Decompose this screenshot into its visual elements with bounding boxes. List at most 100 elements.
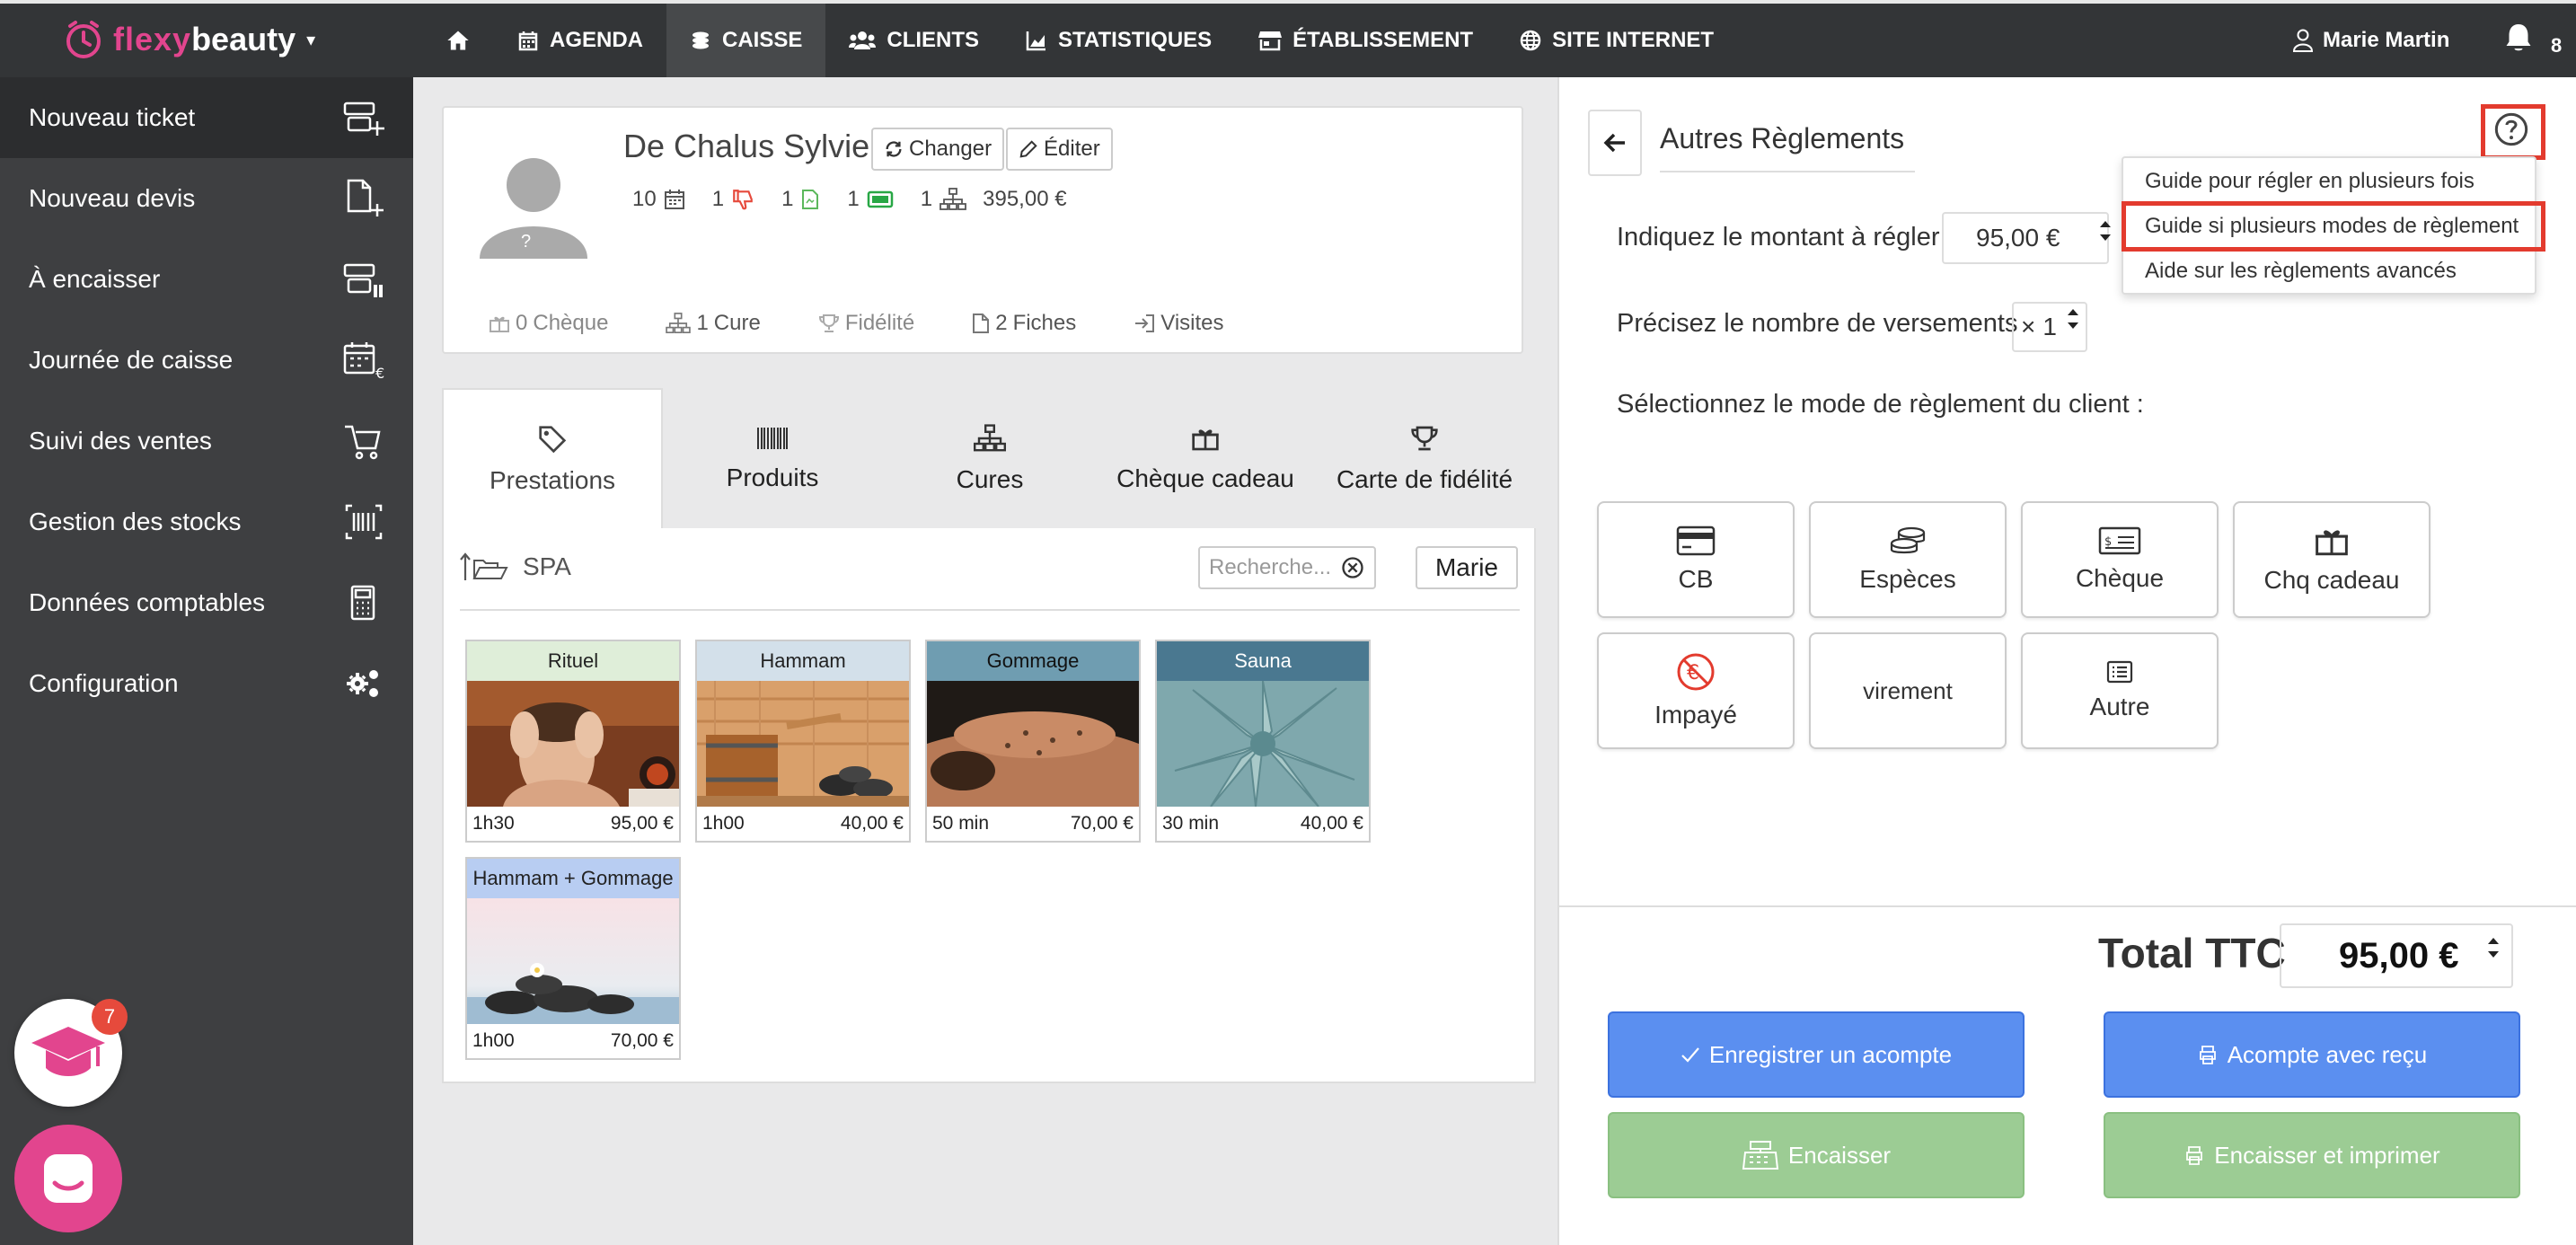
caret-up-icon[interactable] (2066, 307, 2080, 316)
installments-value: 1 (2042, 313, 2057, 340)
help-button-highlight (2481, 104, 2545, 160)
clear-search-icon[interactable] (1340, 555, 1365, 580)
service-card-gommage[interactable]: Gommage 50 min 70,00 € (925, 640, 1141, 843)
nav-statistiques[interactable]: STATISTIQUES (1002, 4, 1235, 77)
sidebar-item-gestion-des-stocks[interactable]: Gestion des stocks (0, 481, 413, 562)
payment-mode-label: virement (1863, 676, 1953, 704)
total-input[interactable]: 95,00 € (2280, 923, 2513, 988)
payment-mode-virement[interactable]: virement (1809, 632, 2007, 749)
sidebar-item-nouveau-devis[interactable]: Nouveau devis (0, 158, 413, 239)
chat-icon (44, 1154, 93, 1203)
tab-prestations[interactable]: Prestations (442, 388, 663, 530)
change-client-button[interactable]: Changer (871, 128, 1005, 171)
deposit-receipt-label: Acompte avec reçu (2227, 1040, 2428, 1068)
succulent-photo (1157, 681, 1369, 807)
payment-mode-especes[interactable]: Espèces (1809, 501, 2007, 618)
stones-photo (467, 898, 679, 1024)
deposit-receipt-button[interactable]: Acompte avec reçu (2104, 1011, 2520, 1098)
amount-label: Indiquez le montant à régler (1617, 223, 1940, 252)
service-card-footer: 1h30 95,00 € (467, 807, 679, 841)
payment-mode-cb[interactable]: CB (1597, 501, 1795, 618)
trophy-icon (818, 314, 839, 332)
chip-cheque-count: 0 (516, 311, 528, 335)
chip-cheque[interactable]: 0 Chèque (489, 311, 608, 336)
payment-mode-autre[interactable]: Autre (2021, 632, 2219, 749)
sitemap-icon (666, 313, 692, 333)
payment-mode-chq-cadeau[interactable]: Chq cadeau (2233, 501, 2430, 618)
total-stepper[interactable] (2486, 936, 2501, 959)
cash-in-print-button[interactable]: Encaisser et imprimer (2104, 1112, 2520, 1198)
nav-caisse-label: CAISSE (722, 28, 803, 52)
notifications-button[interactable] (2502, 22, 2535, 54)
nav-site-internet[interactable]: SITE INTERNET (1496, 4, 1737, 77)
installments-stepper[interactable] (2066, 307, 2080, 331)
chip-fiches[interactable]: 2 Fiches (972, 311, 1076, 336)
caret-up-icon[interactable] (2486, 936, 2501, 945)
edit-client-button[interactable]: Éditer (1006, 128, 1113, 171)
nav-clients[interactable]: CLIENTS (825, 4, 1002, 77)
calculator-icon (350, 585, 375, 621)
caret-down-icon[interactable] (2486, 950, 2501, 959)
service-card-hammam-gommage[interactable]: Hammam + Gommage 1h00 70,00 € (465, 857, 681, 1060)
user-menu[interactable]: Marie Martin (2292, 4, 2449, 77)
amount-stepper[interactable] (2098, 219, 2113, 243)
sidebar-item-nouveau-ticket[interactable]: Nouveau ticket (0, 77, 413, 158)
thumbs-down-icon (733, 190, 753, 210)
catalog-search-input[interactable]: Recherche... (1198, 546, 1376, 589)
main-nav: AGENDA CAISSE CLIENTS STATISTIQUES ÉTABL… (422, 4, 1737, 77)
service-card-image (927, 681, 1139, 807)
nav-site-internet-label: SITE INTERNET (1552, 28, 1715, 52)
service-card-hammam[interactable]: Hammam 1h00 40,00 € (695, 640, 911, 843)
tab-produits[interactable]: Produits (663, 388, 882, 530)
back-button[interactable] (1588, 110, 1642, 176)
service-card-rituel[interactable]: Rituel 1h30 95,00 € (465, 640, 681, 843)
brand-logo[interactable]: flexy beauty ▾ (63, 13, 315, 66)
folder-breadcrumb[interactable]: SPA (460, 552, 571, 582)
tab-cures[interactable]: Cures (882, 388, 1098, 530)
stat-documents: 1 (781, 187, 794, 211)
cheque-icon: $ (2098, 526, 2141, 555)
service-card-title: Rituel (467, 641, 679, 681)
chip-visites[interactable]: Visites (1134, 311, 1224, 336)
deposit-label: Enregistrer un acompte (1708, 1040, 1953, 1068)
amount-input[interactable]: 95,00 € (1942, 212, 2109, 264)
deposit-button[interactable]: Enregistrer un acompte (1608, 1011, 2025, 1098)
cash-register-icon (1742, 1141, 1779, 1170)
tab-cheque-cadeau[interactable]: Chèque cadeau (1098, 388, 1313, 530)
payment-mode-cheque[interactable]: $ Chèque (2021, 501, 2219, 618)
payment-mode-label: Autre (2089, 693, 2150, 720)
search-placeholder: Recherche... (1209, 555, 1332, 579)
cash-in-button[interactable]: Encaisser (1608, 1112, 2025, 1198)
help-menu-item-advanced[interactable]: Aide sur les règlements avancés (2145, 259, 2457, 284)
chip-cure[interactable]: 1 Cure (666, 311, 761, 336)
chat-button[interactable] (14, 1125, 122, 1232)
sidebar-item-configuration[interactable]: Configuration (0, 643, 413, 724)
installments-label: Précisez le nombre de versements (1617, 309, 2018, 338)
caret-down-icon[interactable] (2098, 234, 2113, 243)
help-menu-item-installments[interactable]: Guide pour régler en plusieurs fois (2145, 169, 2475, 194)
nav-home[interactable] (422, 4, 494, 77)
nav-caisse[interactable]: CAISSE (666, 4, 826, 77)
sidebar-item-a-encaisser[interactable]: À encaisser (0, 239, 413, 320)
chip-fidelite[interactable]: Fidélité (818, 311, 914, 336)
service-card-title: Sauna (1157, 641, 1369, 681)
total-label: Total TTC (2098, 930, 2286, 976)
caret-up-icon[interactable] (2098, 219, 2113, 228)
service-card-sauna[interactable]: Sauna 30 min 40,00 € (1155, 640, 1371, 843)
sidebar-item-suivi-des-ventes[interactable]: Suivi des ventes (0, 401, 413, 481)
staff-select-button[interactable]: Marie (1416, 546, 1518, 589)
sidebar-item-journee-de-caisse[interactable]: Journée de caisse € (0, 320, 413, 401)
catalog-divider (460, 609, 1520, 611)
sidebar-item-label: À encaisser (29, 265, 161, 293)
caret-down-icon[interactable] (2066, 322, 2080, 331)
tab-carte-fidelite[interactable]: Carte de fidélité (1313, 388, 1536, 530)
user-icon (2292, 29, 2314, 52)
printer-icon (2199, 1046, 2216, 1064)
nav-clients-label: CLIENTS (887, 28, 980, 52)
payment-mode-impaye[interactable]: € Impayé (1597, 632, 1795, 749)
nav-agenda[interactable]: AGENDA (494, 4, 666, 77)
refresh-icon (886, 141, 902, 157)
nav-etablissement[interactable]: ÉTABLISSEMENT (1235, 4, 1496, 77)
sidebar-item-donnees-comptables[interactable]: Données comptables (0, 562, 413, 643)
stat-amount: 395,00 € (983, 187, 1067, 211)
